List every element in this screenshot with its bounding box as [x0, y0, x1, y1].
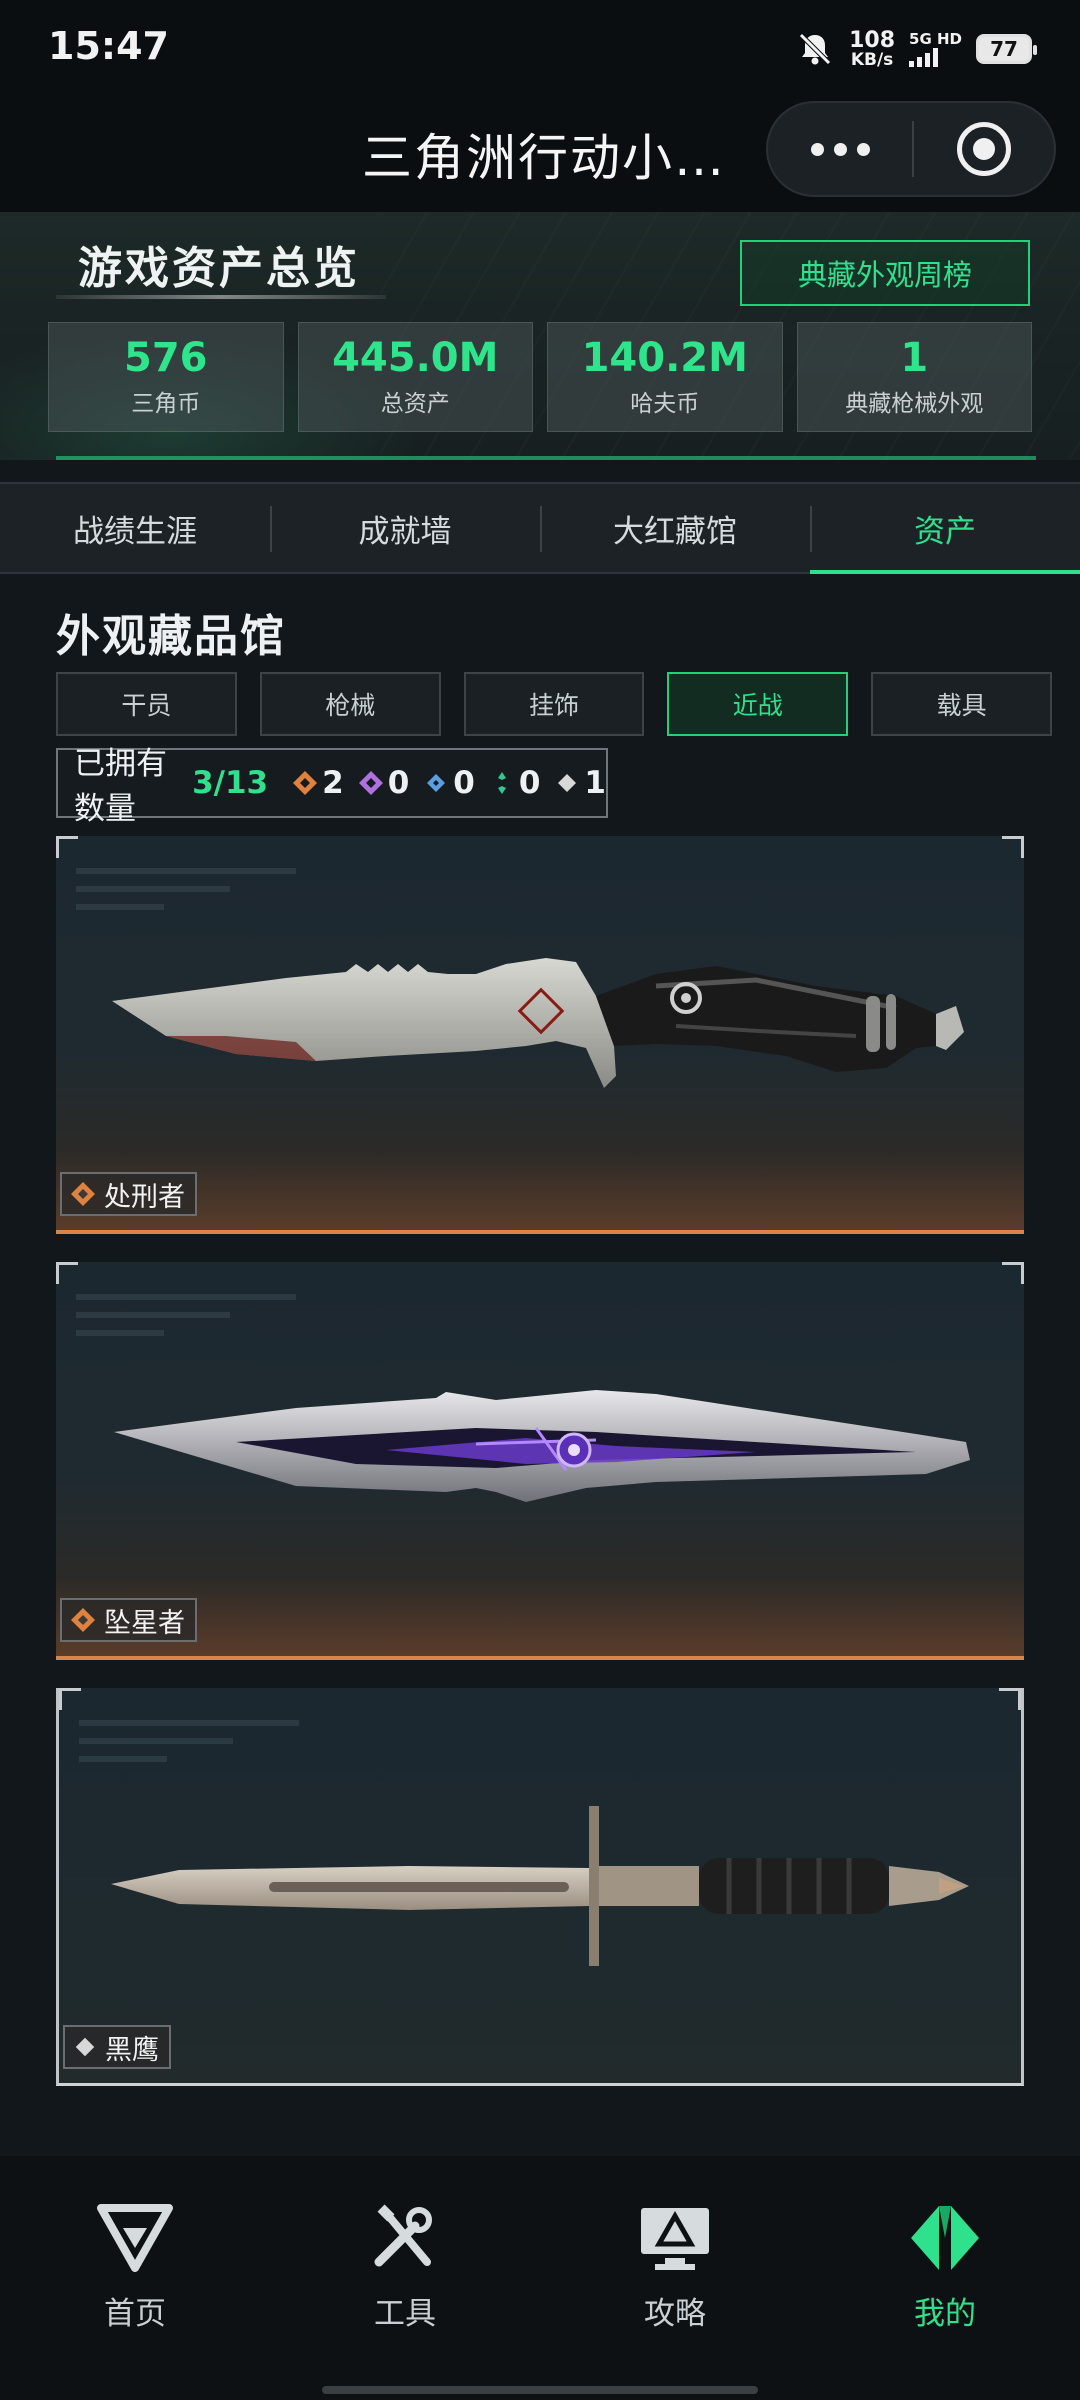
item-name-label: 坠星者 — [60, 1598, 197, 1642]
white-diamond-icon — [75, 2037, 95, 2057]
overview-title: 游戏资产总览 — [78, 243, 360, 294]
orange-diamond-icon — [71, 1182, 95, 1206]
battery-icon: 77 — [976, 34, 1037, 64]
owned-count: 3/13 — [192, 765, 269, 801]
net-speed: 108 KB/s — [849, 27, 896, 70]
bell-muted-icon — [799, 33, 831, 65]
asset-overview-panel: 游戏资产总览 典藏外观周榜 576 三角币 445.0M 总资产 140.2M … — [0, 212, 1080, 460]
stat-label: 总资产 — [380, 391, 450, 417]
orange-diamond-icon — [293, 771, 318, 795]
nav-label: 我的 — [914, 2296, 976, 2332]
network-type: 5G HD — [909, 29, 962, 48]
filter-vehicles[interactable]: 载具 — [871, 672, 1052, 736]
rarity-count: 2 — [322, 765, 344, 801]
nav-label: 工具 — [374, 2296, 436, 2332]
item-card[interactable]: 坠星者 — [56, 1262, 1024, 1660]
stat-card-collector-skins: 1 典藏枪械外观 — [796, 322, 1032, 432]
target-circle-icon — [957, 122, 1011, 176]
net-speed-unit: KB/s — [850, 49, 894, 70]
filter-charms[interactable]: 挂饰 — [463, 672, 645, 736]
nav-home[interactable]: 首页 — [0, 2156, 270, 2400]
status-time: 15:47 — [48, 24, 169, 68]
rarity-count: 0 — [387, 765, 410, 801]
item-name-label: 处刑者 — [60, 1172, 197, 1216]
nav-tools[interactable]: 工具 — [270, 2156, 540, 2400]
signal-bars-icon — [909, 47, 939, 67]
stat-label: 哈夫币 — [630, 391, 700, 417]
rarity-count: 1 — [584, 765, 606, 801]
black-hawk-knife-image — [111, 1806, 969, 1966]
white-diamond-icon — [558, 774, 577, 792]
item-name: 处刑者 — [104, 1181, 185, 1213]
rarity-green: 0 — [489, 765, 541, 801]
executioner-knife-image — [112, 958, 964, 1088]
more-dots-icon[interactable] — [768, 103, 912, 195]
stat-card-haf-coin: 140.2M 哈夫币 — [547, 322, 783, 432]
capsule-menu — [766, 101, 1056, 197]
category-filters: 干员 枪械 挂饰 近战 载具 — [56, 672, 1052, 736]
tools-icon — [374, 2204, 432, 2267]
delta-logo-icon — [97, 2204, 173, 2272]
filter-operators[interactable]: 干员 — [56, 672, 237, 736]
nav-guides[interactable]: 攻略 — [540, 2156, 810, 2400]
purple-diamond-icon — [358, 771, 383, 795]
stat-card-delta-coin: 576 三角币 — [48, 322, 284, 432]
tab-achievements[interactable]: 成就墙 — [270, 484, 540, 572]
tab-career[interactable]: 战绩生涯 — [0, 484, 270, 572]
orange-diamond-icon — [71, 1608, 95, 1632]
bottom-navigation: 首页 工具 攻略 我的 — [0, 2156, 1080, 2400]
status-icons: 108 KB/s 5G HD 77 — [795, 26, 1037, 72]
starfall-knife-image — [114, 1390, 970, 1502]
overview-bottom-line — [56, 456, 1036, 460]
item-name: 坠星者 — [104, 1607, 185, 1639]
battery-level: 77 — [990, 37, 1018, 61]
net-speed-value: 108 — [849, 27, 896, 53]
green-diamond-icon — [497, 772, 506, 794]
nav-label: 攻略 — [644, 2296, 706, 2332]
rarity-orange: 2 — [292, 765, 344, 801]
title-underline — [56, 295, 386, 299]
page-title: 三角洲行动小… — [362, 129, 726, 187]
item-name-label: 黑鹰 — [63, 2025, 171, 2069]
collection-title: 外观藏品馆 — [56, 611, 286, 662]
tab-assets[interactable]: 资产 — [810, 484, 1080, 574]
filter-melee[interactable]: 近战 — [667, 672, 849, 736]
filter-firearms[interactable]: 枪械 — [259, 672, 441, 736]
rarity-count: 0 — [453, 765, 475, 801]
stat-value: 576 — [124, 335, 208, 381]
home-indicator[interactable] — [322, 2386, 758, 2394]
rarity-white: 1 — [554, 765, 606, 801]
item-card[interactable]: 处刑者 — [56, 836, 1024, 1234]
profile-logo-icon — [911, 2206, 979, 2270]
tab-red-vault[interactable]: 大红藏馆 — [540, 484, 810, 572]
item-card[interactable]: 黑鹰 — [56, 1688, 1024, 2086]
stat-label: 典藏枪械外观 — [845, 391, 984, 417]
stat-card-total-assets: 445.0M 总资产 — [297, 322, 533, 432]
owned-label: 已拥有数量 — [74, 746, 167, 827]
close-mini-program-button[interactable] — [914, 103, 1054, 195]
rarity-purple: 0 — [358, 765, 410, 801]
profile-tabs: 战绩生涯 成就墙 大红藏馆 资产 — [0, 482, 1080, 574]
signal-indicator: 5G HD — [909, 29, 962, 67]
guide-monitor-icon — [641, 2208, 709, 2270]
stat-label: 三角币 — [131, 391, 201, 417]
weekly-ranking-button[interactable]: 典藏外观周榜 — [740, 240, 1030, 306]
stat-row: 576 三角币 445.0M 总资产 140.2M 哈夫币 1 典藏枪械外观 — [48, 322, 1032, 432]
stat-value: 140.2M — [581, 335, 748, 381]
nav-profile[interactable]: 我的 — [810, 2156, 1080, 2400]
item-name: 黑鹰 — [105, 2034, 159, 2066]
owned-count-bar: 已拥有数量 3/13 2 0 0 0 1 — [56, 746, 608, 827]
rarity-count: 0 — [518, 765, 541, 801]
rarity-blue: 0 — [423, 765, 475, 801]
stat-value: 445.0M — [332, 335, 499, 381]
status-bar: 15:47 108 KB/s 5G HD 77 — [0, 0, 1080, 96]
mini-program-title-bar: 三角洲行动小… — [0, 96, 1080, 212]
stat-value: 1 — [900, 335, 929, 381]
nav-label: 首页 — [104, 2296, 166, 2332]
blue-diamond-icon — [427, 774, 446, 792]
